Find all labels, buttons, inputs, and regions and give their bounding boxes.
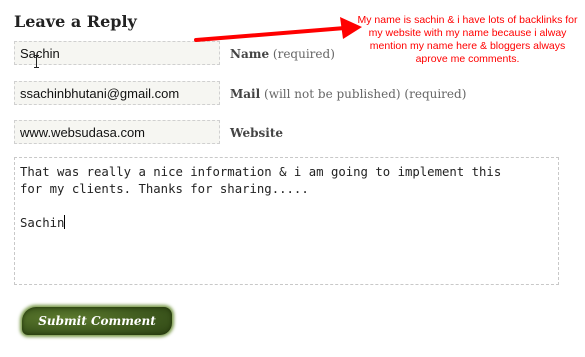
annotation-note: My name is sachin & i have lots of backl… (357, 14, 578, 65)
